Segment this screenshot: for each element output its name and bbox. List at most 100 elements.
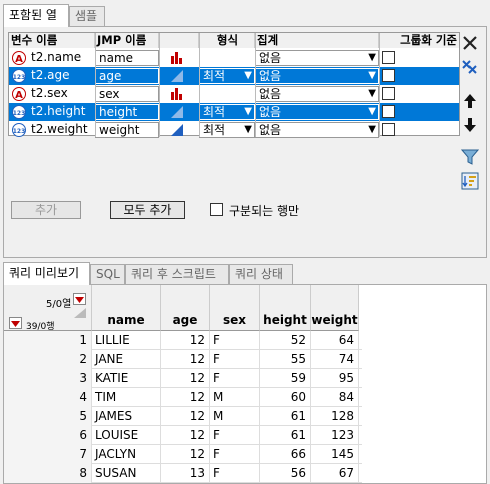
table-row[interactable]: 2 JANE 12 F 55 74 (4, 350, 362, 369)
chevron-down-icon: ▼ (368, 106, 376, 117)
cell-name: SUSAN (92, 464, 161, 483)
tab-sample[interactable]: 샘플 (69, 6, 105, 26)
aggregate-select[interactable]: 없음 ▼ (255, 86, 379, 102)
tab-included-columns[interactable]: 포함된 열 (3, 4, 69, 27)
table-row[interactable]: 1 LILLIE 12 F 52 64 (4, 331, 362, 350)
tab-label: 포함된 열 (9, 8, 57, 22)
chevron-down-icon: ▼ (244, 124, 252, 135)
svg-text:123: 123 (13, 74, 26, 81)
cell-name: JAMES (92, 407, 161, 426)
cell-sex: M (210, 407, 260, 426)
tab-sql[interactable]: SQL (90, 264, 125, 284)
triangle-icon (74, 307, 86, 321)
move-down-icon[interactable] (460, 115, 480, 135)
format-select[interactable]: 최적 ▼ (199, 104, 255, 120)
jmp-name-input[interactable]: height (95, 104, 159, 120)
format-empty (199, 85, 255, 103)
cell-age: 12 (161, 369, 210, 388)
group-by-checkbox[interactable] (382, 51, 395, 64)
table-row[interactable]: 8 SUSAN 13 F 56 67 (4, 464, 362, 483)
row-number: 8 (4, 464, 92, 483)
tab-post-query-script[interactable]: 쿼리 후 스크립트 (125, 264, 229, 284)
query-preview-panel: 5/0열 39/0행 name age sex height weight 1 LILLI… (3, 284, 487, 484)
row-number: 2 (4, 350, 92, 369)
header-group-by: 그룹화 기준 (379, 33, 459, 48)
table-row[interactable]: 4 TIM 12 M 60 84 (4, 388, 362, 407)
table-row[interactable]: 3 KATIE 12 F 59 95 (4, 369, 362, 388)
jmp-name-input[interactable]: age (95, 68, 159, 84)
svg-text:123: 123 (13, 128, 26, 135)
remove-icon[interactable] (460, 33, 480, 53)
svg-text:A: A (15, 54, 23, 65)
numeric-type-icon: 123 (12, 69, 26, 83)
column-row[interactable]: 123 t2.weight weight 최적 ▼ 없음 ▼ (9, 121, 459, 139)
format-select[interactable]: 최적 ▼ (199, 68, 255, 84)
column-row[interactable]: 123 t2.height height 최적 ▼ 없음 ▼ (9, 103, 459, 121)
column-row[interactable]: At2.name name 없음 ▼ (9, 49, 459, 67)
column-header-height[interactable]: height (260, 285, 311, 331)
group-by-checkbox[interactable] (382, 69, 395, 82)
col-menu-icon[interactable] (73, 293, 86, 305)
distinct-rows-checkbox[interactable] (210, 203, 223, 216)
column-header-sex[interactable]: sex (210, 285, 260, 331)
group-by-checkbox[interactable] (382, 105, 395, 118)
column-header-name[interactable]: name (92, 285, 161, 331)
var-name: t2.sex (31, 86, 68, 100)
cell-weight: 64 (311, 331, 359, 350)
column-header-weight[interactable]: weight (311, 285, 359, 331)
sort-icon[interactable] (460, 171, 480, 191)
cell-height: 61 (260, 426, 311, 445)
cell-name: LOUISE (92, 426, 161, 445)
aggregate-select[interactable]: 없음 ▼ (255, 50, 379, 66)
table-row[interactable]: 5 JAMES 12 M 61 128 (4, 407, 362, 426)
cell-weight: 74 (311, 350, 359, 369)
tab-query-preview[interactable]: 쿼리 미리보기 (3, 262, 90, 285)
cell-age: 12 (161, 331, 210, 350)
cell-sex: M (210, 388, 260, 407)
cell-name: LILLIE (92, 331, 161, 350)
chevron-down-icon: ▼ (368, 124, 376, 135)
move-up-icon[interactable] (460, 91, 480, 111)
header-jmp-name: JMP 이름 (95, 33, 159, 48)
aggregate-select[interactable]: 없음 ▼ (255, 104, 379, 120)
add-all-button[interactable]: 모두 추가 (110, 201, 185, 219)
group-by-checkbox[interactable] (382, 123, 395, 136)
var-name: t2.age (31, 68, 70, 82)
cell-height: 60 (260, 388, 311, 407)
cell-name: JACLYN (92, 445, 161, 464)
jmp-name-input[interactable]: weight (95, 122, 159, 138)
distinct-rows-label: 구분되는 행만 (229, 204, 300, 218)
cell-age: 12 (161, 350, 210, 369)
columns-panel: 변수 이름 JMP 이름 형식 집계 그룹화 기준 At2.name name 없음… (3, 26, 487, 258)
svg-text:123: 123 (13, 110, 26, 117)
cell-weight: 145 (311, 445, 359, 464)
aggregate-select[interactable]: 없음 ▼ (255, 68, 379, 84)
header-var-name: 변수 이름 (9, 33, 95, 48)
column-row[interactable]: At2.sex sex 없음 ▼ (9, 85, 459, 103)
group-by-checkbox[interactable] (382, 87, 395, 100)
jmp-name-input[interactable]: sex (95, 86, 159, 102)
cell-name: JANE (92, 350, 161, 369)
cell-height: 59 (260, 369, 311, 388)
chevron-down-icon: ▼ (244, 106, 252, 117)
grid-divider (255, 33, 256, 137)
modeling-type-icon (171, 124, 183, 142)
var-name: t2.name (31, 50, 82, 64)
format-select[interactable]: 최적 ▼ (199, 122, 255, 138)
jmp-name-input[interactable]: name (95, 50, 159, 66)
cell-age: 12 (161, 407, 210, 426)
table-row[interactable]: 6 LOUISE 12 F 61 123 (4, 426, 362, 445)
column-row[interactable]: 123 t2.age age 최적 ▼ 없음 ▼ (9, 67, 459, 85)
grid-divider (159, 33, 160, 137)
table-row[interactable]: 7 JACLYN 12 F 66 145 (4, 445, 362, 464)
header-aggregate: 집계 (255, 33, 379, 48)
row-menu-icon[interactable] (9, 317, 22, 329)
remove-all-icon[interactable] (460, 57, 480, 77)
cell-height: 66 (260, 445, 311, 464)
add-button[interactable]: 추가 (11, 201, 81, 219)
column-header-age[interactable]: age (161, 285, 210, 331)
row-number: 3 (4, 369, 92, 388)
tab-query-status[interactable]: 쿼리 상태 (229, 264, 293, 284)
filter-icon[interactable] (460, 147, 480, 167)
aggregate-select[interactable]: 없음 ▼ (255, 122, 379, 138)
